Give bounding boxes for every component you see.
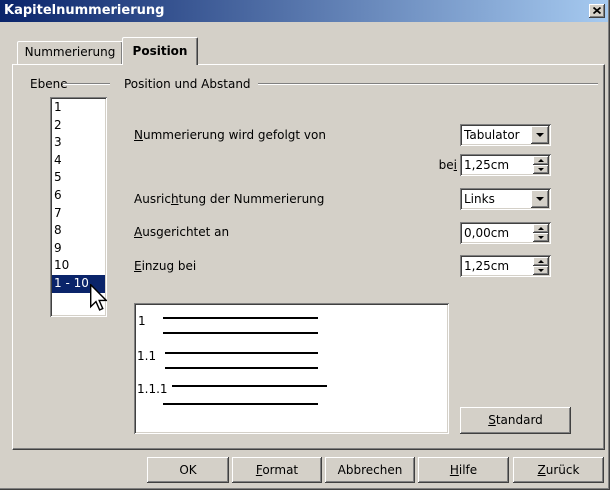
group-divider: [258, 83, 598, 85]
format-button[interactable]: Format: [232, 457, 322, 483]
spin-up-button[interactable]: [533, 257, 549, 266]
followed-by-label: Nummerierung wird gefolgt von: [134, 128, 326, 142]
preview-label-level-2: 1.1: [137, 349, 157, 363]
ok-button[interactable]: OK: [147, 457, 229, 483]
preview-label-level-3: 1.1.1: [137, 382, 168, 396]
aligned-at-value[interactable]: 0,00cm: [464, 224, 509, 242]
close-button[interactable]: [589, 4, 605, 18]
preview-text-line: [163, 403, 318, 405]
followed-by-value: Tabulator: [464, 128, 520, 142]
spin-down-button[interactable]: [533, 266, 549, 275]
preview-text-line: [163, 317, 318, 319]
tab-position[interactable]: Position: [122, 37, 198, 65]
level-group-label: Ebene: [30, 77, 68, 91]
spin-up-button[interactable]: [533, 224, 549, 233]
cancel-button[interactable]: Abbrechen: [325, 457, 415, 483]
tab-at-spinfield[interactable]: 1,25cm: [460, 154, 551, 176]
alignment-label: Ausrichtung der Nummerierung: [134, 192, 325, 206]
dialog-window: Kapitelnummerierung Nummerierung Positio…: [0, 0, 610, 490]
indent-at-value[interactable]: 1,25cm: [464, 257, 509, 275]
indent-at-spinfield[interactable]: 1,25cm: [460, 255, 551, 277]
preview-text-line: [165, 367, 318, 369]
standard-button[interactable]: Standard: [460, 407, 571, 434]
tab-at-label: bei: [438, 158, 457, 172]
spin-down-button[interactable]: [533, 165, 549, 174]
level-list-item[interactable]: 6: [52, 187, 105, 205]
followed-by-dropdown[interactable]: Tabulator: [460, 124, 551, 146]
spin-up-icon: [538, 159, 544, 162]
title-bar[interactable]: Kapitelnummerierung: [0, 0, 608, 22]
preview-text-line: [165, 352, 318, 354]
level-list-item[interactable]: 8: [52, 222, 105, 240]
spin-up-icon: [538, 260, 544, 263]
dropdown-button[interactable]: [531, 126, 549, 144]
level-list-item[interactable]: 9: [52, 240, 105, 258]
chevron-down-icon: [536, 197, 544, 201]
back-button[interactable]: Zurück: [513, 457, 604, 483]
spin-down-icon: [538, 236, 544, 239]
window-title: Kapitelnummerierung: [4, 3, 165, 18]
level-list-item[interactable]: 2: [52, 117, 105, 135]
spin-up-icon: [538, 227, 544, 230]
alignment-value: Links: [464, 192, 495, 206]
mouse-cursor-icon: [90, 284, 107, 311]
level-list-item[interactable]: 10: [52, 257, 105, 275]
alignment-dropdown[interactable]: Links: [460, 188, 551, 210]
spin-buttons: [533, 156, 549, 174]
group-divider: [63, 83, 110, 85]
aligned-at-spinfield[interactable]: 0,00cm: [460, 222, 551, 244]
tab-nummerierung[interactable]: Nummerierung: [17, 41, 123, 64]
level-list-item[interactable]: 7: [52, 205, 105, 223]
spin-buttons: [533, 257, 549, 275]
chevron-down-icon: [536, 133, 544, 137]
preview-text-line: [163, 332, 318, 334]
level-list-item[interactable]: 5: [52, 169, 105, 187]
dropdown-button[interactable]: [531, 190, 549, 208]
spin-down-icon: [538, 269, 544, 272]
position-group-label: Position und Abstand: [124, 77, 251, 91]
preview-label-level-1: 1: [138, 314, 146, 328]
indent-at-label: Einzug bei: [134, 259, 197, 273]
close-icon: [593, 7, 601, 14]
spin-down-button[interactable]: [533, 233, 549, 242]
level-list-item[interactable]: 1: [52, 99, 105, 117]
spin-up-button[interactable]: [533, 156, 549, 165]
aligned-at-label: Ausgerichtet an: [134, 225, 230, 239]
spin-buttons: [533, 224, 549, 242]
help-button[interactable]: Hilfe: [418, 457, 509, 483]
level-list-item[interactable]: 3: [52, 134, 105, 152]
tab-at-value[interactable]: 1,25cm: [464, 156, 509, 174]
preview-text-line: [172, 385, 327, 387]
level-list-item[interactable]: 4: [52, 152, 105, 170]
spin-down-icon: [538, 168, 544, 171]
